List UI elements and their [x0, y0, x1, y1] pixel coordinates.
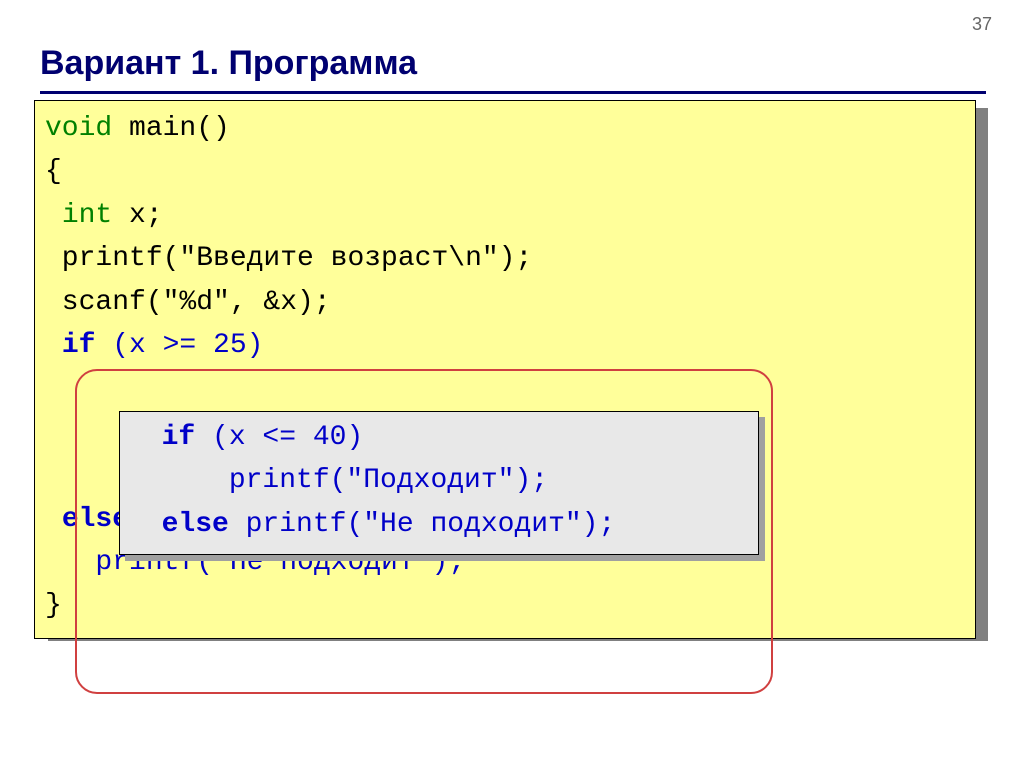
code-condition: (x <= 40): [195, 422, 363, 453]
inner-line-1: if (x <= 40): [128, 416, 750, 459]
keyword-void: void: [45, 113, 112, 144]
code-condition: (x >= 25): [95, 330, 263, 361]
code-line-5: scanf("%d", &x);: [45, 281, 965, 324]
code-line-12: }: [45, 584, 965, 627]
page-number: 37: [972, 14, 992, 35]
keyword-if: if: [162, 422, 196, 453]
code-text: printf("Не подходит");: [229, 509, 615, 540]
slide-title: Вариант 1. Программа: [40, 44, 990, 83]
keyword-int: int: [62, 200, 112, 231]
inner-line-2: printf("Подходит");: [128, 459, 750, 502]
inner-line-3: else printf("Не подходит");: [128, 503, 750, 546]
code-block: void main() { int x; printf("Введите воз…: [34, 100, 976, 639]
keyword-else: else: [162, 509, 229, 540]
code-indent: [128, 509, 162, 540]
code-line-6: if (x >= 25): [45, 324, 965, 367]
slide: 37 Вариант 1. Программа void main() { in…: [0, 0, 1024, 767]
inner-code-block: if (x <= 40) printf("Подходит"); else pr…: [119, 411, 759, 555]
code-line-3: int x;: [45, 194, 965, 237]
code-line-4: printf("Введите возраст\n");: [45, 237, 965, 280]
code-text: x;: [112, 200, 162, 231]
code-indent: [45, 200, 62, 231]
keyword-if: if: [62, 330, 96, 361]
code-indent: [128, 422, 162, 453]
code-line-2: {: [45, 150, 965, 193]
code-line-blank-7: [45, 367, 965, 410]
code-indent: [45, 504, 62, 535]
code-line-1: void main(): [45, 107, 965, 150]
code-text: main(): [112, 113, 230, 144]
title-rule: [40, 91, 986, 94]
code-block-shadow: void main() { int x; printf("Введите воз…: [40, 100, 986, 639]
code-indent: [45, 330, 62, 361]
